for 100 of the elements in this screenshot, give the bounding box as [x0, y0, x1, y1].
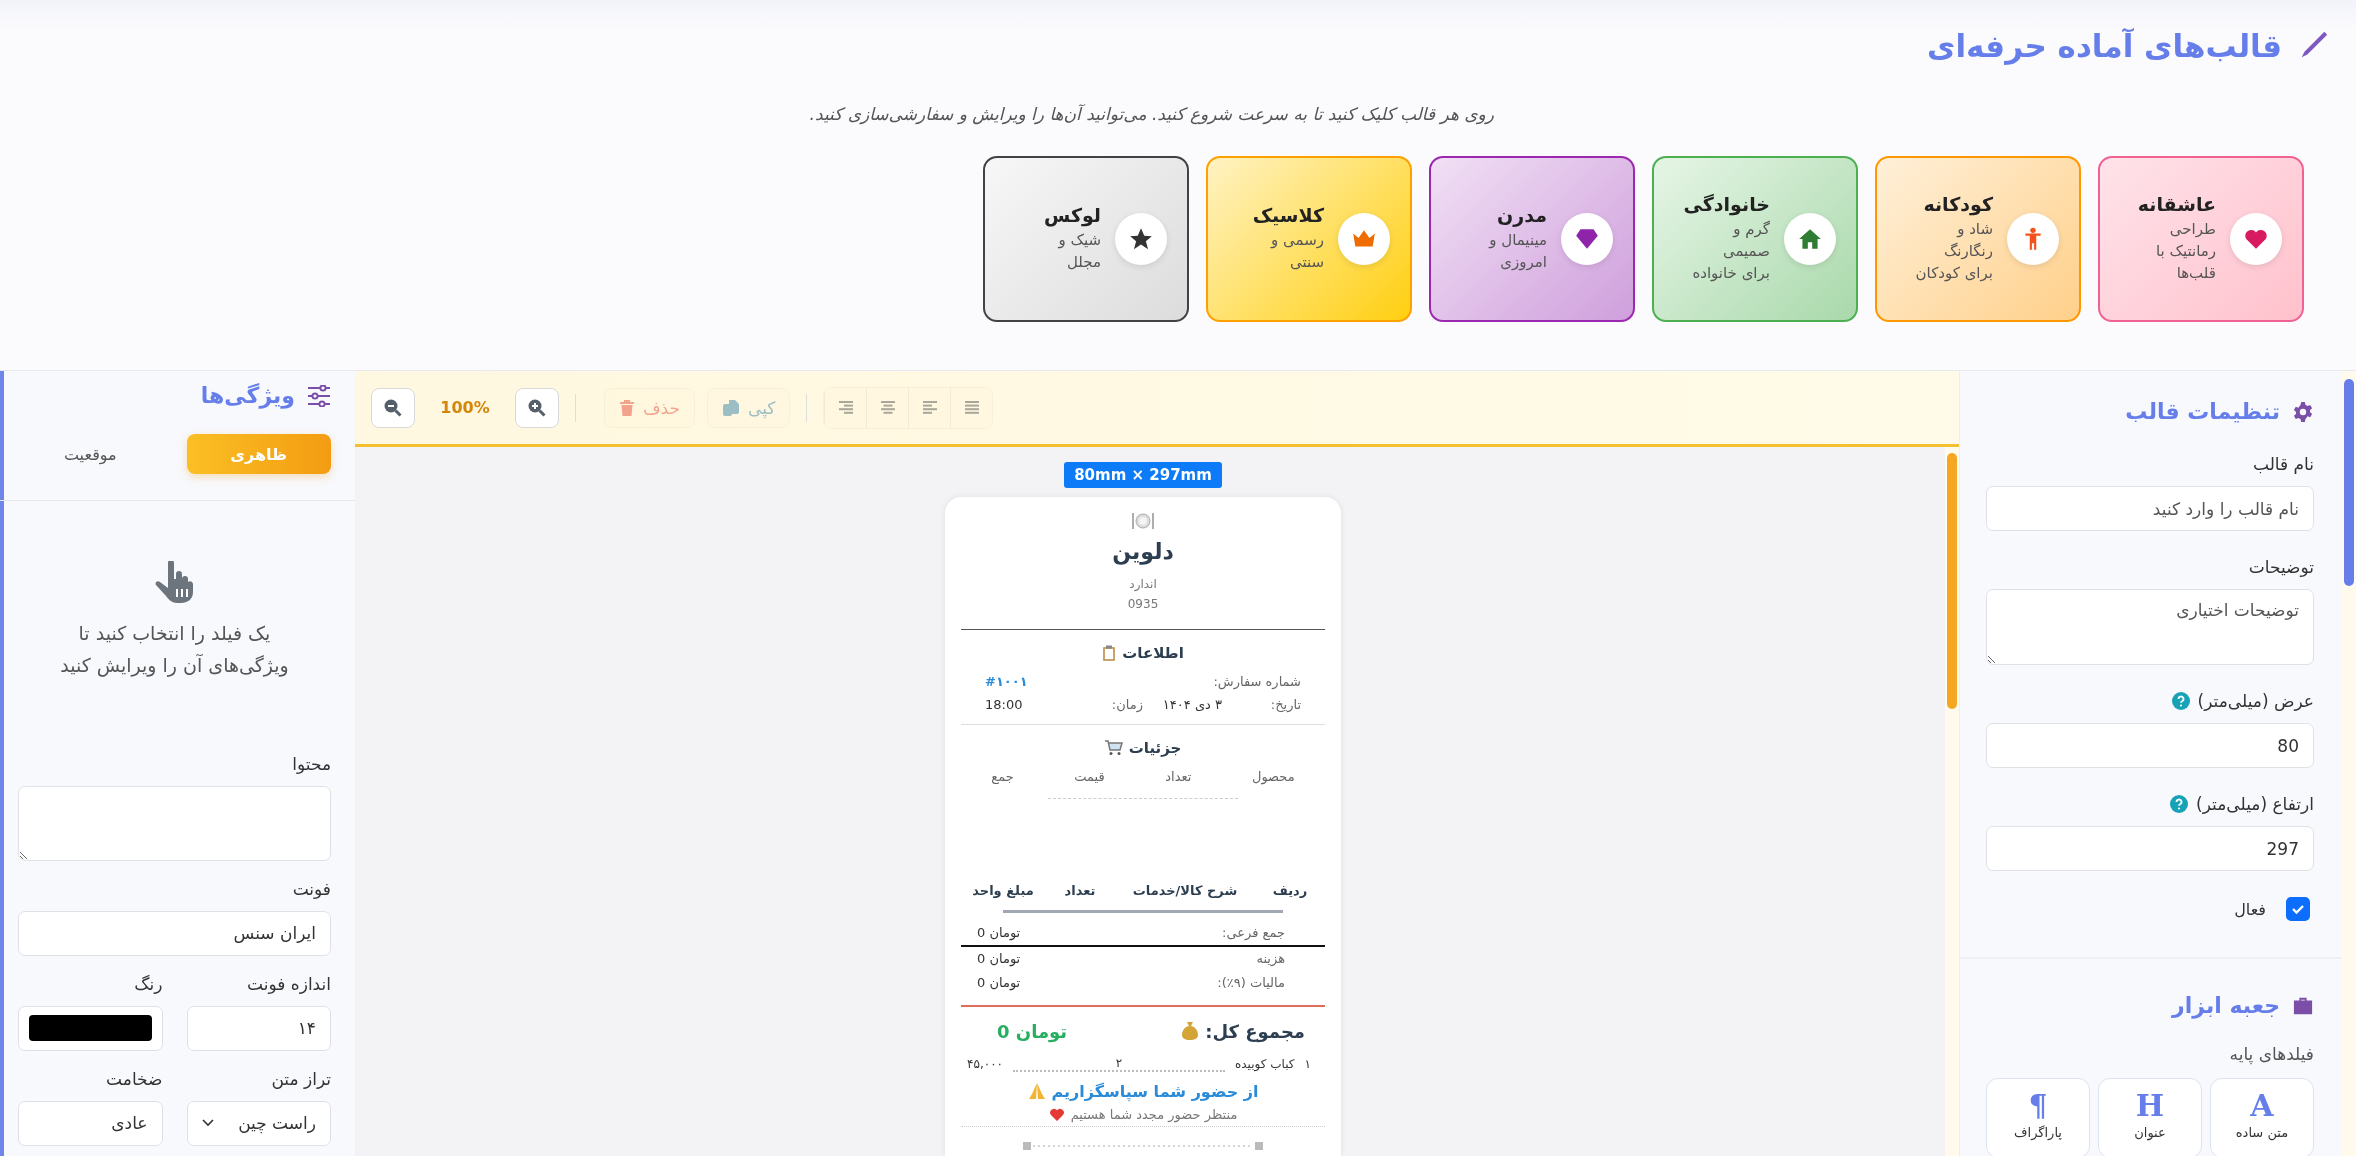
color-picker[interactable] — [18, 1005, 163, 1051]
empty-state-text: یک فیلد را انتخاب کنید تا ویژگی‌های آن را ویرایش کنید — [59, 621, 290, 679]
column-header: مبلغ واحد — [971, 882, 1035, 898]
section-title: جزئیات — [1128, 738, 1182, 757]
page-title: قالب‌های آماده حرفه‌ای — [1927, 28, 2282, 64]
column-header: ردیف — [1271, 882, 1309, 898]
total-label: مجموع کل: — [1205, 1020, 1305, 1042]
field-label: نام قالب — [2252, 454, 2314, 474]
align-button[interactable] — [908, 387, 951, 428]
weight-select[interactable]: عادی — [18, 1100, 163, 1146]
template-card[interactable]: عاشقانه طراحی رمانتیک با قلب‌ها — [2098, 156, 2304, 322]
align-button[interactable] — [866, 387, 909, 428]
scrollbar-thumb[interactable] — [1947, 453, 1957, 709]
crown-icon — [1338, 213, 1390, 265]
content-field[interactable] — [18, 785, 331, 861]
child-icon — [2007, 213, 2059, 265]
trash-icon — [619, 398, 635, 417]
field-label: محتوا — [291, 753, 331, 774]
field-label: ضخامت — [105, 1068, 163, 1089]
field-label: فونت — [291, 878, 331, 899]
font-field[interactable]: ایران سنس — [18, 910, 331, 956]
money-bag-icon — [1181, 1021, 1200, 1042]
column-header: تعداد — [1063, 882, 1097, 898]
item-index: ۱ — [1304, 1056, 1311, 1071]
plate-icon — [1132, 511, 1154, 531]
order-label: شماره سفارش: — [1213, 673, 1301, 689]
zoom-out-icon — [383, 397, 403, 418]
page-subtitle: روی هر قالب کلیک کنید تا به سرعت شروع کنید. می‌توانید آن‌ها را ویرایش و سفارشی‌سازی کنید. — [808, 104, 1494, 124]
number-field[interactable]: 80 — [1986, 723, 2314, 768]
font-size-field[interactable]: ۱۴ — [186, 1005, 331, 1051]
thanks-message: از حضور شما سپاسگزاریم — [1051, 1081, 1259, 1101]
receipt-line: اندارد — [1129, 576, 1157, 593]
cart-icon — [1104, 739, 1123, 756]
section-title: اطلاعات — [1122, 643, 1184, 662]
business-name: دلوین — [1112, 539, 1174, 564]
farewell-message: منتظر حضور مجدد شما هستیم — [1070, 1106, 1238, 1122]
align-button[interactable] — [824, 387, 867, 428]
summary-value: تومان 0 — [977, 923, 1021, 943]
zoom-out-button[interactable] — [371, 387, 415, 428]
date-value: ۳ دی ۱۴۰۴ — [1161, 696, 1222, 712]
summary-label: هزینه — [1256, 949, 1285, 968]
summary-label: مالیات (۹٪): — [1217, 973, 1285, 992]
column-header: محصول — [1251, 768, 1295, 784]
toolbox-icon — [2292, 995, 2314, 1016]
template-card[interactable]: کودکانه شاد و رنگارنگ برای کودکان — [1875, 156, 2081, 322]
number-field[interactable]: 297 — [1986, 826, 2314, 871]
date-label: تاریخ: — [1269, 696, 1301, 712]
checkbox-label: فعال — [2234, 899, 2266, 919]
zoom-in-button[interactable] — [515, 387, 559, 428]
help-icon[interactable] — [2171, 692, 2190, 710]
item-quantity: ۲ — [1013, 1055, 1225, 1072]
template-card[interactable]: خانوادگی گرم و صمیمی برای خانواده — [1652, 156, 1858, 322]
description-field[interactable]: توضیحات اختیاری — [1986, 589, 2314, 665]
summary-value: تومان 0 — [977, 973, 1021, 993]
tool-button[interactable]: ¶ پاراگراف — [1986, 1078, 2090, 1156]
gem-icon — [1561, 213, 1613, 265]
summary-label: جمع فرعی: — [1222, 923, 1285, 942]
column-header: جمع — [991, 768, 1014, 784]
group-label: فیلدهای پایه — [2228, 1044, 2314, 1064]
column-header: قیمت — [1074, 768, 1105, 784]
field-label: تراز متن — [270, 1068, 331, 1089]
template-card[interactable]: مدرن مینیمال و امروزی — [1429, 156, 1635, 322]
time-value: 18:00 — [985, 696, 1024, 712]
align-button[interactable] — [950, 387, 993, 428]
pointing-hand-icon — [154, 561, 195, 603]
align-icon — [921, 400, 938, 415]
align-icon — [879, 400, 896, 415]
align-select[interactable]: راست چین — [186, 1100, 331, 1146]
column-header: تعداد — [1165, 768, 1192, 784]
sliders-icon — [307, 384, 331, 407]
settings-icon — [2292, 400, 2314, 423]
zoom-level: 100% — [439, 398, 491, 417]
field-label: اندازه فونت — [246, 973, 331, 994]
align-icon — [963, 400, 980, 415]
summary-value: تومان 0 — [977, 949, 1021, 969]
toolbox-title: جعبه ابزار — [2172, 993, 2280, 1018]
column-header: شرح کالا/خدمات — [1131, 882, 1239, 898]
checkbox[interactable] — [2286, 897, 2310, 921]
template-card[interactable]: لوکس شیک و مجلل — [983, 156, 1189, 322]
clipboard-icon — [1102, 644, 1117, 661]
zoom-in-icon — [527, 397, 547, 418]
time-label: زمان: — [1110, 696, 1143, 712]
chevron-down-icon — [201, 1119, 214, 1128]
field-label: عرض (میلی‌متر) — [2197, 691, 2314, 711]
align-icon — [837, 400, 854, 415]
scrollbar-thumb[interactable] — [2344, 379, 2354, 586]
help-icon[interactable] — [2170, 795, 2189, 813]
name-field[interactable]: نام قالب را وارد کنید — [1986, 486, 2314, 531]
item-name: کباب کوبیده — [1235, 1056, 1295, 1071]
field-label: رنگ — [133, 973, 163, 994]
item-amount: ۴۵,۰۰۰ — [967, 1056, 1004, 1071]
field-label: ارتفاع (میلی‌متر) — [2196, 794, 2314, 814]
size-badge: 80mm × 297mm — [1064, 462, 1222, 488]
order-number: #۱۰۰۱ — [985, 673, 1028, 689]
properties-title: ویژگی‌ها — [200, 383, 295, 408]
tab[interactable]: موقعیت — [18, 434, 163, 474]
template-card[interactable]: کلاسیک رسمی و سنتی — [1206, 156, 1412, 322]
field-label: توضیحات — [2248, 557, 2314, 577]
heart-icon — [1048, 1107, 1065, 1122]
total-value: تومان 0 — [997, 1020, 1068, 1042]
